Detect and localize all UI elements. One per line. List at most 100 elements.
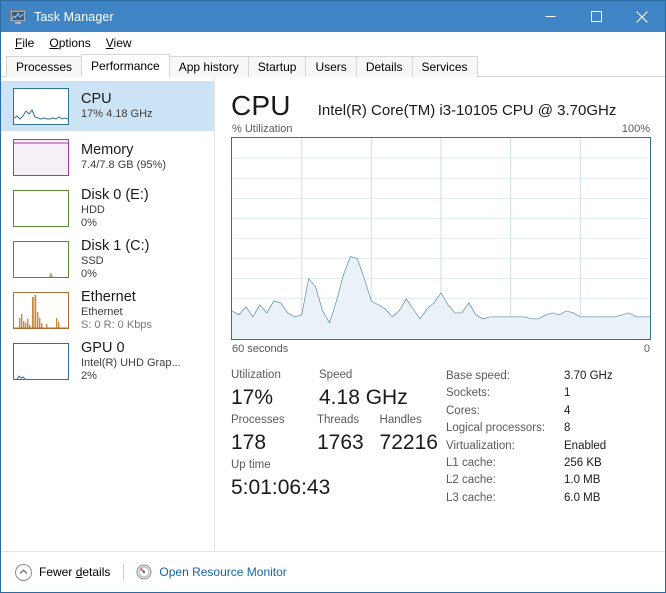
stat-handles-label: Handles — [379, 414, 422, 426]
cpu-utilization-graph-svg — [232, 138, 650, 339]
stat-handles: Handles 72216 — [380, 412, 446, 457]
sidebar-item-gpu0-title: GPU 0 — [81, 339, 125, 356]
sidebar-item-disk0[interactable]: Disk 0 (E:) HDD 0% — [1, 183, 214, 233]
tab-details[interactable]: Details — [355, 56, 413, 77]
memory-mini-graph-icon — [13, 138, 69, 176]
menu-file[interactable]: File — [9, 34, 43, 52]
spec-virtualization-key: Virtualization: — [446, 439, 515, 452]
menu-view[interactable]: View — [100, 34, 141, 52]
fewer-details-label: Fewer details — [39, 565, 111, 579]
tab-users[interactable]: Users — [305, 56, 357, 77]
stat-uptime-value: 5:01:06:43 — [231, 476, 331, 499]
minimize-button[interactable] — [527, 1, 573, 32]
spec-l1-cache-value: 256 KB — [564, 457, 602, 470]
sidebar-item-memory-title: Memory — [81, 142, 134, 158]
cpu-model-name: Intel(R) Core(TM) i3-10105 CPU @ 3.70GHz — [317, 102, 617, 119]
sidebar-item-disk1-sub2: 0% — [81, 267, 97, 280]
stat-processes-value: 178 — [231, 431, 267, 454]
spec-logical-processors-value: 8 — [564, 422, 571, 435]
resource-sidebar: CPU 17% 4.18 GHz Memory 7.4/7.8 GB (95%) — [1, 77, 215, 551]
graph-time-labels: 60 seconds 0 — [231, 340, 651, 355]
tab-strip: Processes Performance App history Startu… — [1, 54, 665, 78]
disk1-mini-graph-icon — [13, 240, 69, 278]
spec-base-speed-value: 3.70 GHz — [564, 370, 613, 382]
sidebar-item-cpu-title: CPU — [81, 91, 112, 107]
sidebar-item-cpu-sub: 17% 4.18 GHz — [81, 108, 153, 120]
open-resource-monitor-label: Open Resource Monitor — [159, 565, 287, 579]
page-title: CPU — [231, 90, 291, 121]
stats-row-3: Up time 5:01:06:43 — [231, 457, 446, 502]
stat-handles-value: 72216 — [379, 431, 438, 454]
sidebar-item-disk0-sub2: 0% — [81, 216, 97, 229]
stat-utilization-value: 17% — [231, 386, 274, 409]
spec-l2-cache-value: 1.0 MB — [564, 474, 601, 487]
stat-uptime: Up time 5:01:06:43 — [231, 457, 330, 502]
spec-l1-cache: L1 cache: 256 KB — [446, 455, 651, 472]
open-resource-monitor-link[interactable]: Open Resource Monitor — [136, 564, 287, 580]
cpu-mini-graph-icon — [13, 87, 69, 125]
cpu-header: CPU Intel(R) Core(TM) i3-10105 CPU @ 3.7… — [231, 77, 651, 121]
graph-time-left: 60 seconds — [232, 343, 289, 355]
stats-row-2: Processes 178 Threads 1763 Handles 72216 — [231, 412, 446, 457]
spec-sockets: Sockets: 1 — [446, 385, 651, 402]
spec-base-speed-key: Base speed: — [446, 370, 510, 382]
stat-processes-label: Processes — [231, 414, 285, 426]
title-bar: Task Manager — [1, 1, 665, 32]
stat-speed: Speed 4.18 GHz — [319, 367, 408, 412]
sidebar-item-gpu0[interactable]: GPU 0 Intel(R) UHD Grap... 2% — [1, 336, 214, 386]
stat-uptime-label: Up time — [231, 459, 271, 471]
ethernet-mini-graph-icon — [13, 291, 69, 329]
graph-y-axis-max: 100% — [621, 123, 650, 135]
status-bar: Fewer details Open Resource Monitor — [1, 551, 665, 592]
stat-speed-value: 4.18 GHz — [319, 386, 408, 409]
stat-speed-label: Speed — [319, 369, 353, 381]
tab-app-history[interactable]: App history — [168, 56, 249, 77]
graph-y-axis-label: % Utilization — [232, 123, 293, 135]
stat-utilization-label: Utilization — [231, 369, 281, 381]
sidebar-item-disk0-title: Disk 0 (E:) — [81, 186, 149, 203]
spec-cores-key: Cores: — [446, 404, 480, 417]
spec-cores-value: 4 — [564, 404, 571, 417]
spec-l3-cache: L3 cache: 6.0 MB — [446, 490, 651, 507]
tab-services[interactable]: Services — [411, 56, 478, 77]
sidebar-item-disk1-title: Disk 1 (C:) — [81, 237, 150, 254]
sidebar-item-memory-sub: 7.4/7.8 GB (95%) — [81, 159, 166, 171]
stats-row-1: Utilization 17% Speed 4.18 GHz — [231, 367, 446, 412]
cpu-stats-left: Utilization 17% Speed 4.18 GHz Processes… — [231, 367, 446, 507]
menu-options[interactable]: Options — [43, 34, 99, 52]
sidebar-item-ethernet-sub2: S: 0 R: 0 Kbps — [81, 318, 152, 331]
menu-bar: File Options View — [1, 32, 665, 54]
spec-cores: Cores: 4 — [446, 403, 651, 420]
spec-l2-cache: L2 cache: 1.0 MB — [446, 472, 651, 489]
graph-axis-labels: % Utilization 100% — [231, 121, 651, 137]
sidebar-item-memory[interactable]: Memory 7.4/7.8 GB (95%) — [1, 132, 214, 182]
spec-base-speed: Base speed: 3.70 GHz — [446, 368, 651, 385]
sidebar-item-ethernet-title: Ethernet — [81, 288, 136, 305]
cpu-specs-list: Base speed: 3.70 GHz Sockets: 1 Cores: 4… — [446, 367, 651, 507]
tab-performance[interactable]: Performance — [81, 54, 170, 78]
chevron-up-icon — [15, 563, 32, 581]
stat-utilization: Utilization 17% — [231, 367, 319, 412]
spec-sockets-key: Sockets: — [446, 387, 491, 400]
tab-startup[interactable]: Startup — [247, 56, 307, 77]
status-divider — [123, 564, 125, 580]
close-button[interactable] — [619, 1, 665, 32]
sidebar-item-disk1-sub1: SSD — [81, 254, 104, 267]
spec-l2-cache-key: L2 cache: — [446, 474, 496, 487]
window-title: Task Manager — [34, 9, 114, 24]
sidebar-item-ethernet[interactable]: Ethernet Ethernet S: 0 R: 0 Kbps — [1, 285, 214, 335]
maximize-button[interactable] — [573, 1, 619, 32]
spec-l3-cache-value: 6.0 MB — [564, 491, 601, 504]
cpu-stats: Utilization 17% Speed 4.18 GHz Processes… — [231, 355, 651, 507]
spec-logical-processors-key: Logical processors: — [446, 422, 546, 435]
sidebar-item-disk1[interactable]: Disk 1 (C:) SSD 0% — [1, 234, 214, 284]
cpu-utilization-graph — [231, 137, 651, 340]
spec-logical-processors: Logical processors: 8 — [446, 420, 651, 437]
stat-threads-label: Threads — [317, 414, 360, 426]
sidebar-item-cpu[interactable]: CPU 17% 4.18 GHz — [1, 81, 214, 131]
tab-processes[interactable]: Processes — [6, 56, 83, 77]
task-manager-icon — [10, 9, 26, 25]
window-controls — [527, 1, 665, 32]
sidebar-item-disk0-sub1: HDD — [81, 203, 105, 216]
fewer-details-button[interactable]: Fewer details — [15, 563, 111, 581]
